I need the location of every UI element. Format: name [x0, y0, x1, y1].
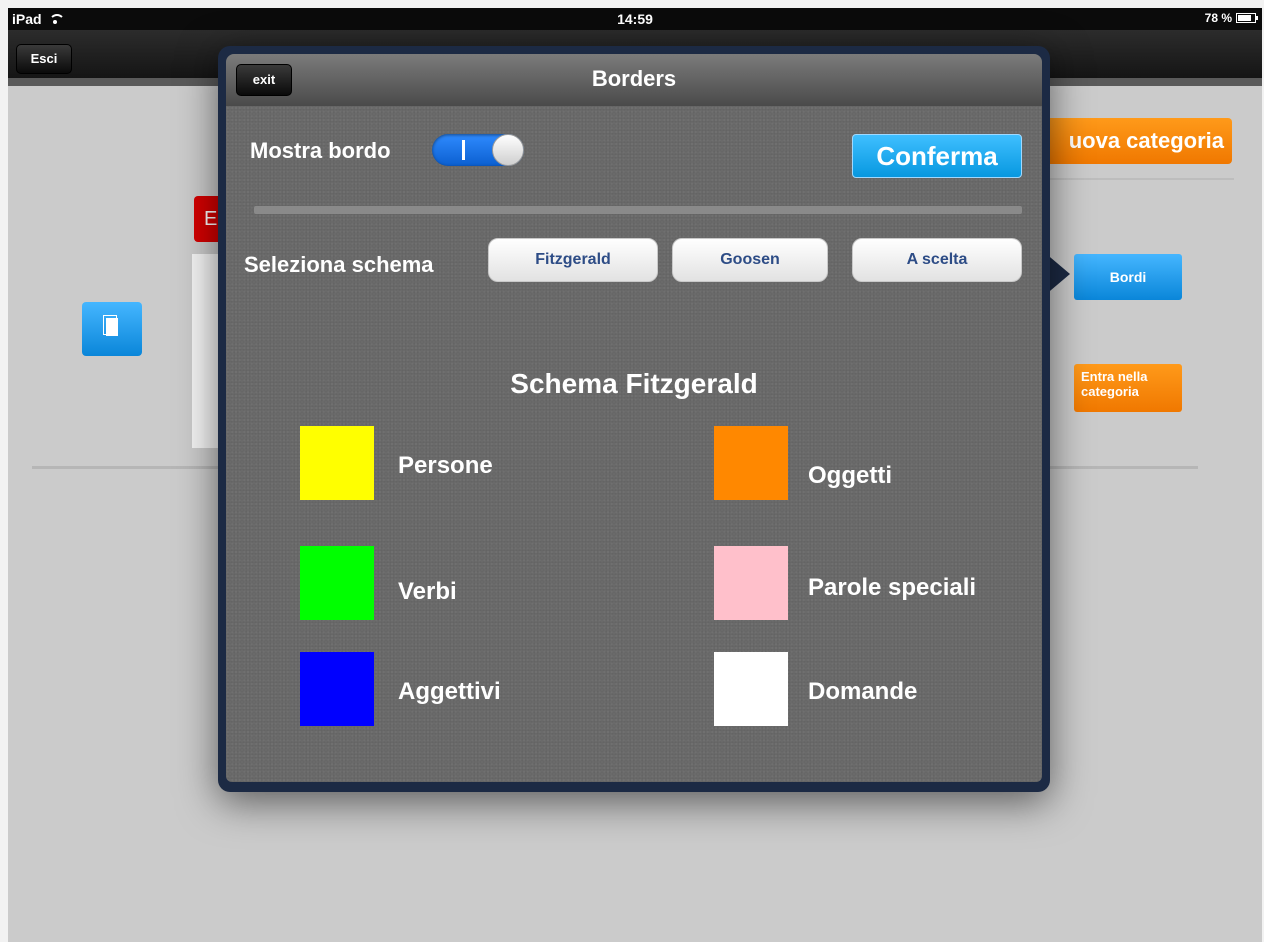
borders-popover: exit Borders Mostra bordo Conferma Selez… [218, 46, 1050, 792]
document-icon [103, 315, 118, 336]
toggle-knob[interactable] [492, 134, 524, 166]
schema-title: Schema Fitzgerald [510, 368, 758, 399]
color-swatch-parole-speciali [714, 546, 788, 620]
scheme-goosen-button[interactable]: Goosen [672, 238, 828, 282]
category-label-aggettivi: Aggettivi [398, 678, 501, 705]
ipad-screen: iPad 14:59 78 % Esci uova categoria E Bo… [8, 8, 1262, 942]
category-label-oggetti: Oggetti [808, 462, 892, 489]
clock: 14:59 [617, 11, 653, 27]
color-swatch-oggetti [714, 426, 788, 500]
scheme-a-scelta-button[interactable]: A scelta [852, 238, 1022, 282]
toggle-on-mark [462, 140, 465, 160]
category-label-persone: Persone [398, 452, 493, 479]
popover-title: Borders [591, 66, 677, 91]
mostra-bordo-toggle[interactable] [432, 134, 524, 166]
seleziona-schema-label: Seleziona schema [244, 252, 434, 277]
bordi-button[interactable]: Bordi [1074, 254, 1182, 300]
color-swatch-domande [714, 652, 788, 726]
color-swatch-verbi [300, 546, 374, 620]
divider [254, 206, 1022, 214]
mostra-bordo-label: Mostra bordo [250, 138, 391, 163]
nuova-categoria-button[interactable]: uova categoria [1018, 118, 1232, 164]
battery-icon [1236, 13, 1258, 23]
esci-button[interactable]: Esci [16, 44, 72, 74]
category-label-parole-speciali: Parole speciali [808, 574, 977, 601]
category-label-domande: Domande [808, 678, 918, 705]
color-swatch-persone [300, 426, 374, 500]
battery-percent: 78 % [1204, 11, 1232, 25]
divider [1038, 178, 1234, 180]
document-button[interactable] [82, 302, 142, 356]
status-bar: iPad 14:59 78 % [8, 8, 1262, 30]
color-swatch-aggettivi [300, 652, 374, 726]
scheme-fitzgerald-button[interactable]: Fitzgerald [488, 238, 658, 282]
category-label-verbi: Verbi [398, 578, 457, 605]
popover-header: exit Borders [226, 54, 1042, 106]
conferma-button[interactable]: Conferma [852, 134, 1022, 178]
popover-body: Mostra bordo Conferma Seleziona schema F… [226, 106, 1042, 782]
entra-categoria-button[interactable]: Entra nella categoria [1074, 364, 1182, 412]
